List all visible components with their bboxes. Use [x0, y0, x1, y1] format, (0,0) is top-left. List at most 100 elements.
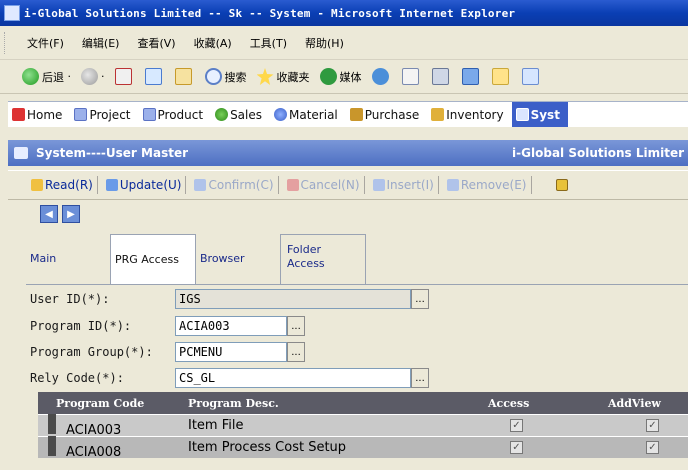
nav-tab-sales[interactable]: Sales	[211, 102, 270, 127]
nav-tab-purchase[interactable]: Purchase	[346, 102, 428, 127]
edit-icon	[461, 68, 479, 85]
user-id-lookup-button[interactable]: ...	[411, 289, 429, 309]
nav-tab-material[interactable]: Material	[270, 102, 346, 127]
star-icon	[256, 68, 274, 85]
row-selector[interactable]	[48, 413, 56, 434]
addview-cell: ✓	[578, 441, 688, 454]
nav-tab-project[interactable]: Project	[70, 102, 138, 127]
home-icon	[12, 108, 25, 121]
cancel-button[interactable]: Cancel(N)	[284, 174, 368, 196]
folder-button[interactable]	[491, 68, 512, 85]
column-header-access[interactable]: Access	[448, 397, 578, 410]
system-icon	[515, 108, 529, 121]
insert-label: Insert(I)	[386, 178, 434, 192]
dropdown-arrow-icon: ·	[64, 70, 71, 83]
nav-tab-inventory[interactable]: Inventory	[427, 102, 511, 127]
menu-favorites[interactable]: 收藏(A)	[194, 35, 244, 51]
update-button[interactable]: Update(U)	[103, 174, 190, 196]
rely-code-lookup-button[interactable]: ...	[411, 368, 429, 388]
program-code-value: ACIA008	[66, 444, 122, 460]
project-icon	[74, 108, 88, 121]
program-group-lookup-button[interactable]: ...	[287, 342, 305, 362]
arrow-right-icon: ▶	[67, 208, 75, 220]
forward-arrow-icon	[81, 68, 98, 85]
divider	[96, 176, 98, 194]
page-title: System----User Master	[36, 146, 189, 160]
rely-code-field[interactable]: CS_GL	[175, 368, 411, 388]
addview-checkbox[interactable]: ✓	[646, 441, 659, 454]
table-row[interactable]: ACIA003 Item File ✓ ✓	[38, 413, 688, 438]
remove-button[interactable]: Remove(E)	[444, 174, 535, 196]
update-label: Update(U)	[119, 178, 182, 192]
back-arrow-icon	[22, 68, 39, 85]
menu-view[interactable]: 查看(V)	[137, 35, 187, 51]
program-id-field[interactable]: ACIA003	[175, 316, 287, 336]
print-button[interactable]	[431, 68, 452, 85]
nav-tab-label: Purchase	[364, 107, 420, 122]
menu-file[interactable]: 文件(F)	[27, 35, 76, 51]
mail-icon	[401, 68, 419, 85]
media-button[interactable]: 媒体	[319, 68, 362, 85]
insert-button[interactable]: Insert(I)	[370, 174, 442, 196]
column-header-program-desc[interactable]: Program Desc.	[178, 397, 448, 410]
lock-icon	[555, 179, 568, 191]
inventory-icon	[431, 108, 445, 121]
program-id-lookup-button[interactable]: ...	[287, 316, 305, 336]
back-label: 后退	[42, 70, 64, 84]
read-label: Read(R)	[45, 178, 93, 192]
access-checkbox[interactable]: ✓	[510, 419, 523, 432]
window-title: i-Global Solutions Limited -- Sk -- Syst…	[24, 6, 516, 20]
module-nav: Home Project Product Sales Material Purc…	[8, 101, 688, 127]
menu-edit[interactable]: 编辑(E)	[82, 35, 132, 51]
previous-record-button[interactable]: ◀	[40, 205, 58, 223]
user-id-field[interactable]: IGS	[175, 289, 411, 309]
nav-tab-label: Sales	[230, 107, 263, 122]
addview-checkbox[interactable]: ✓	[646, 419, 659, 432]
menu-help[interactable]: 帮助(H)	[305, 35, 356, 51]
forward-button[interactable]: ·	[81, 68, 105, 85]
search-button[interactable]: 搜索	[204, 68, 247, 85]
next-record-button[interactable]: ▶	[62, 205, 80, 223]
divider	[363, 176, 365, 194]
program-group-field[interactable]: PCMENU	[175, 342, 287, 362]
messenger-button[interactable]	[521, 68, 542, 85]
access-cell: ✓	[448, 419, 578, 432]
folder-icon	[491, 68, 509, 85]
stop-button[interactable]	[114, 68, 135, 85]
cancel-icon	[286, 179, 299, 191]
program-group-label: Program Group(*):	[30, 345, 153, 359]
tab-main[interactable]: Main	[26, 234, 110, 284]
form-tabs: Main PRG Access Browser Folder Access	[26, 234, 366, 284]
mail-button[interactable]	[401, 68, 422, 85]
tab-prg-access[interactable]: PRG Access	[110, 234, 196, 284]
home-button[interactable]	[174, 68, 195, 85]
lock-button[interactable]	[553, 174, 573, 196]
confirm-button[interactable]: Confirm(C)	[191, 174, 281, 196]
program-access-grid: Program Code Program Desc. Access AddVie…	[38, 392, 688, 460]
page-icon	[14, 147, 28, 159]
history-button[interactable]	[371, 68, 392, 85]
search-icon	[204, 68, 222, 85]
sales-icon	[215, 108, 229, 121]
nav-tab-product[interactable]: Product	[139, 102, 212, 127]
edit-button[interactable]	[461, 68, 482, 85]
toolbar-grip[interactable]	[4, 31, 7, 54]
tab-folder-access[interactable]: Folder Access	[280, 234, 366, 284]
media-icon	[319, 68, 337, 85]
menu-tools[interactable]: 工具(T)	[250, 35, 299, 51]
column-header-addview[interactable]: AddView	[578, 397, 688, 410]
access-checkbox[interactable]: ✓	[510, 441, 523, 454]
column-header-program-code[interactable]: Program Code	[38, 397, 178, 410]
row-selector[interactable]	[48, 435, 56, 456]
table-row[interactable]: ACIA008 Item Process Cost Setup ✓ ✓	[38, 435, 688, 460]
favorites-button[interactable]: 收藏夹	[256, 68, 310, 85]
read-button[interactable]: Read(R)	[28, 174, 101, 196]
refresh-button[interactable]	[144, 68, 165, 85]
back-button[interactable]: 后退 ·	[22, 68, 71, 85]
window-titlebar: i-Global Solutions Limited -- Sk -- Syst…	[0, 0, 688, 26]
tab-browser[interactable]: Browser	[196, 234, 280, 284]
program-id-row: Program ID(*): ACIA003 ...	[30, 315, 305, 337]
refresh-icon	[144, 68, 162, 85]
nav-tab-home[interactable]: Home	[8, 102, 70, 127]
nav-tab-system[interactable]: Syst	[511, 102, 568, 127]
